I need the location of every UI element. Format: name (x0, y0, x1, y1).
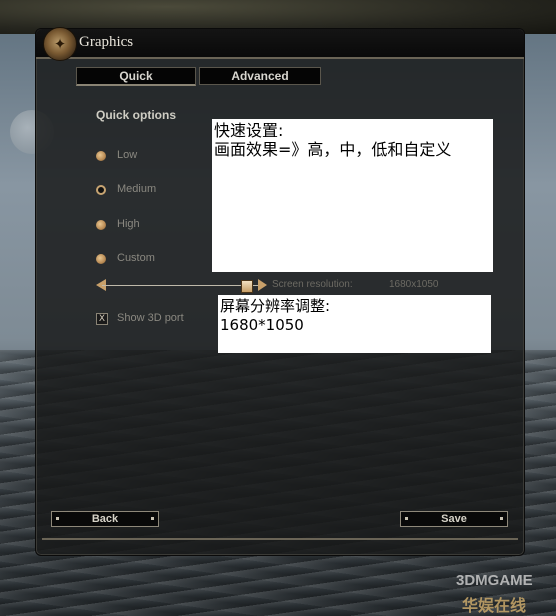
resolution-slider-track[interactable] (102, 285, 264, 286)
tab-advanced[interactable]: Advanced (199, 67, 321, 85)
radio-button-icon[interactable] (96, 220, 106, 230)
radio-label: Medium (117, 183, 157, 195)
radio-label: High (117, 218, 140, 230)
watermark-chinese: 华娱在线 (462, 596, 527, 615)
tab-quick[interactable]: Quick (76, 67, 196, 86)
window-title: Graphics (79, 34, 134, 50)
resolution-slider-handle[interactable] (241, 280, 253, 293)
checkbox-checked-icon[interactable]: X (96, 313, 108, 325)
screen-resolution-value: 1680x1050 (389, 279, 439, 290)
radio-button-selected-icon[interactable] (96, 185, 106, 195)
annotation-resolution: 屏幕分辨率调整: 1680*1050 (218, 295, 491, 353)
radio-button-icon[interactable] (96, 254, 106, 264)
radio-button-icon[interactable] (96, 151, 106, 161)
bottom-divider (42, 538, 518, 540)
resolution-increase-arrow-icon[interactable] (258, 279, 267, 291)
back-button[interactable]: Back (51, 511, 159, 527)
save-button[interactable]: Save (400, 511, 508, 527)
screen-resolution-label: Screen resolution: (272, 279, 353, 290)
crest-icon: ✦ (43, 27, 77, 61)
quick-options-heading: Quick options (96, 108, 177, 122)
title-bar: ✦ Graphics (36, 27, 524, 61)
watermark-brand: 3DMGAME (456, 572, 533, 589)
graphics-window: ✦ Graphics Quick Advanced Quick options … (35, 27, 525, 556)
radio-label: Custom (117, 252, 155, 264)
radio-label: Low (117, 149, 138, 161)
annotation-quick-settings: 快速设置: 画面效果=》高，中，低和自定义 (212, 119, 493, 272)
show-3d-port-label: Show 3D port (117, 312, 184, 324)
